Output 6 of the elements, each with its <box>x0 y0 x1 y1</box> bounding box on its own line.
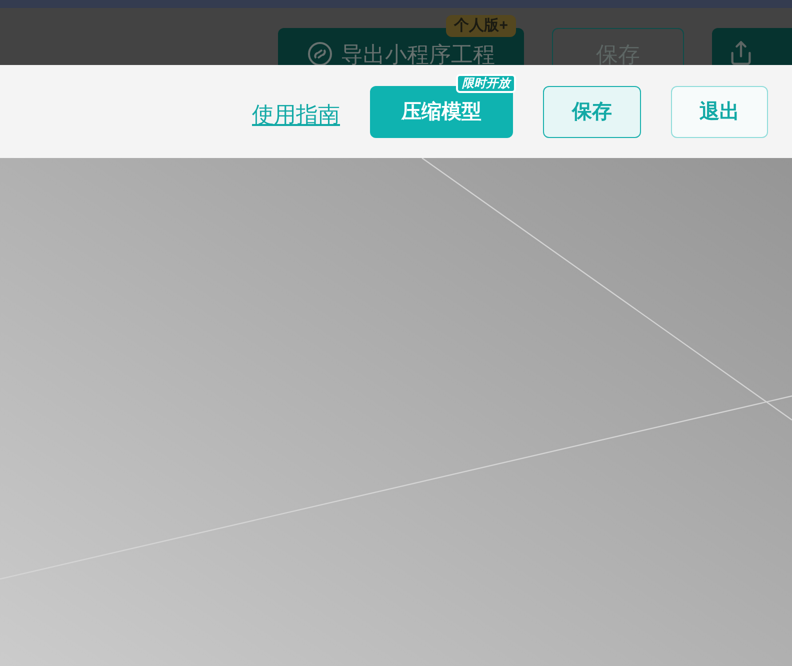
exit-button[interactable]: 退出 <box>671 86 768 138</box>
save-button[interactable]: 保存 <box>543 86 641 138</box>
link-icon <box>307 41 333 65</box>
limited-time-badge: 限时开放 <box>456 74 516 93</box>
guide-link[interactable]: 使用指南 <box>252 98 340 131</box>
edition-badge: 个人版+ <box>446 15 516 37</box>
